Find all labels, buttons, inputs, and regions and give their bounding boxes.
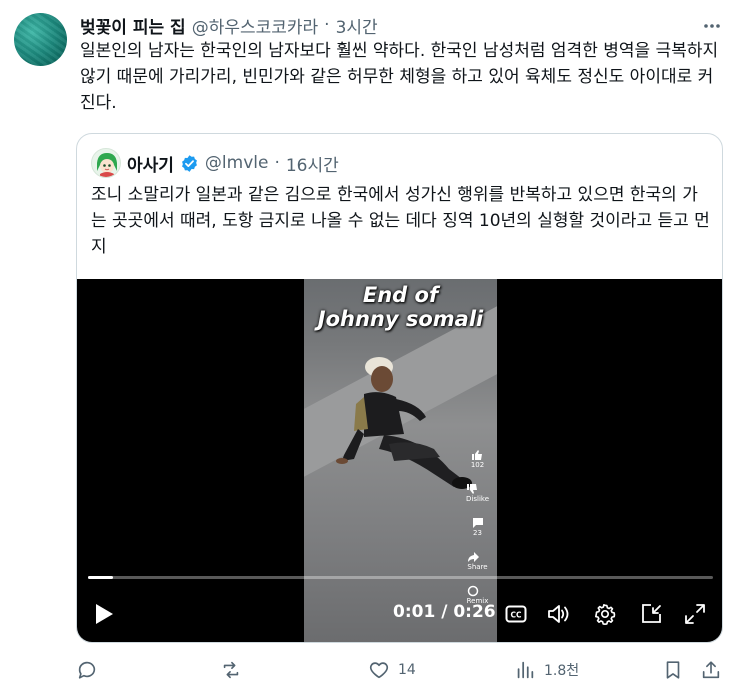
quote-header: 아사기 @lmvle · 16시간 [91,148,339,178]
quote-avatar[interactable] [91,148,121,178]
bookmark-icon [666,661,680,679]
like-count: 102 [470,461,485,469]
author-name[interactable]: 벚꽃이 피는 집 [80,13,186,38]
shorts-side-bar: 102 Dislike 23 Share Remix [466,449,489,605]
timestamp[interactable]: 3시간 [336,13,378,38]
view-count-label: 1.8천 [544,663,580,679]
video-player[interactable]: End of Johnny somali 102 Dislike 23 Shar… [77,279,722,642]
settings-gear-icon[interactable] [592,597,618,631]
person-figure [336,357,472,489]
thumbs-up-icon [471,450,482,460]
reply-icon [78,661,96,679]
reply-button[interactable] [76,655,98,685]
author-handle[interactable]: @하우스코코카라 [192,13,318,38]
picture-in-picture-icon[interactable] [638,597,664,631]
verified-badge-icon [180,154,199,173]
shorts-dislike: Dislike [466,483,489,503]
fullscreen-icon[interactable] [682,597,708,631]
overlay-title-line2: Johnny somali [317,307,484,331]
more-options-icon[interactable] [700,14,724,38]
quote-author-name[interactable]: 아사기 [127,151,174,176]
overlay-title-line1: End of [362,283,439,307]
analytics-bars-icon [517,661,534,679]
comment-count: 23 [473,529,482,537]
views-button[interactable]: 1.8천 [514,655,579,685]
tweet[interactable]: 벚꽃이 피는 집 @하우스코코카라 · 3시간 일본인의 남자는 한국인의 남자… [0,0,734,689]
dislike-label: Dislike [466,495,489,503]
comment-icon [472,518,483,528]
separator: · [324,15,330,35]
remix-icon [467,585,478,597]
video-overlay-title: End of Johnny somali [304,279,497,331]
captions-icon[interactable]: CC [503,597,529,631]
video-frame: End of Johnny somali 102 Dislike 23 Shar… [304,279,497,642]
tweet-text: 일본인의 남자는 한국인의 남자보다 훨씬 약하다. 한국인 남성처럼 엄격한 … [80,41,719,113]
volume-icon[interactable] [546,597,572,631]
share-button[interactable] [700,655,722,685]
quote-separator: · [274,153,280,173]
share-upload-icon [702,661,720,679]
play-icon[interactable] [91,597,117,631]
quote-author-handle[interactable]: @lmvle [205,153,269,173]
shorts-share: Share [467,551,488,571]
heart-icon [369,662,389,679]
quote-text: 조니 소말리가 일본과 같은 김으로 한국에서 성가신 행위를 반복하고 있으면… [91,185,710,257]
quoted-tweet[interactable]: 아사기 @lmvle · 16시간 조니 소말리가 일본과 같은 김으로 한국에… [76,133,723,643]
like-button[interactable]: 14 [368,655,416,685]
tweet-actions: 14 1.8천 [76,655,726,685]
video-timecode: 0:01 / 0:26 [393,602,496,622]
shorts-comments: 23 [472,517,484,537]
shorts-like: 102 [471,449,484,469]
svg-text:CC: CC [510,611,522,620]
video-progress-fill [88,576,113,579]
avatar[interactable] [14,13,67,66]
share-arrow-icon [468,552,480,562]
share-label: Share [467,563,488,571]
repost-icon [223,661,239,679]
video-progress-bar[interactable] [88,576,713,579]
tweet-header: 벚꽃이 피는 집 @하우스코코카라 · 3시간 [80,12,378,38]
quote-timestamp[interactable]: 16시간 [286,151,339,176]
like-count-label: 14 [398,662,416,678]
thumbs-down-icon [467,484,478,494]
bookmark-button[interactable] [662,655,684,685]
repost-button[interactable] [220,655,242,685]
video-controls: 0:01 / 0:26 CC [77,597,722,631]
